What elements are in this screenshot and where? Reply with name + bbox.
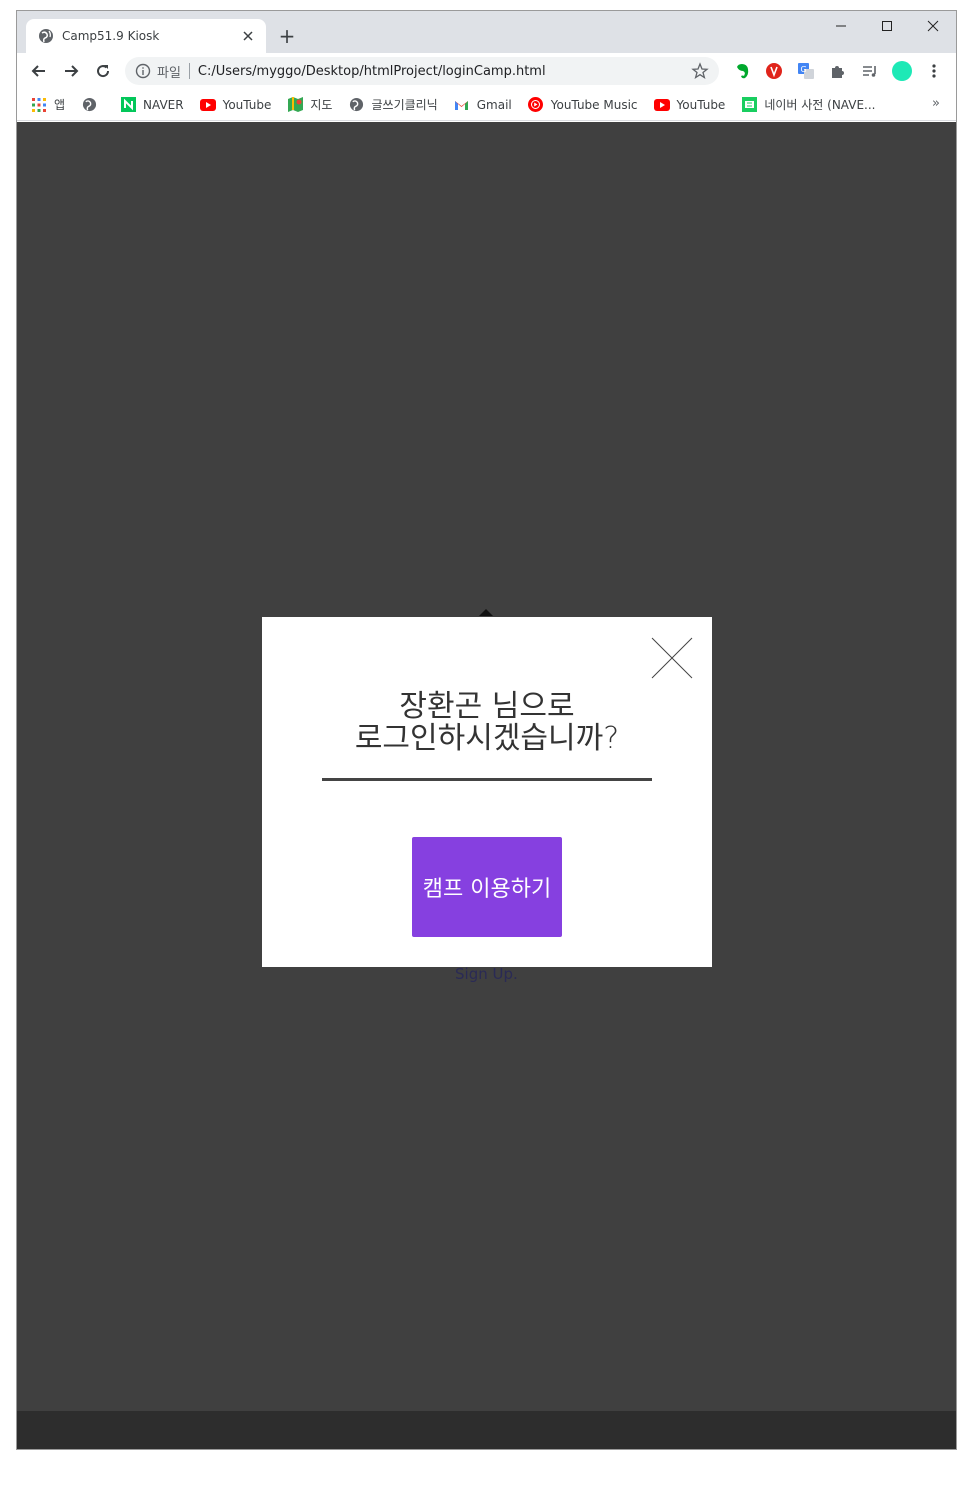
maximize-icon[interactable] bbox=[864, 11, 910, 41]
minimize-icon[interactable] bbox=[818, 11, 864, 41]
message-line-1: 장환곤 님으로 bbox=[399, 689, 575, 724]
bookmark-youtube-music[interactable]: YouTube Music bbox=[528, 97, 638, 113]
bookmark-label: 앱 bbox=[54, 98, 66, 112]
apps-grid-icon bbox=[31, 97, 47, 113]
globe-icon bbox=[348, 97, 364, 113]
address-separator bbox=[188, 63, 190, 79]
translate-extension-icon[interactable]: G bbox=[796, 61, 816, 81]
bookmark-label: Gmail bbox=[476, 97, 512, 112]
bookmark-naver[interactable]: NAVER bbox=[120, 97, 184, 113]
bookmark-label: YouTube bbox=[676, 97, 726, 112]
url-text[interactable]: C:/Users/myggo/Desktop/htmlProject/login… bbox=[198, 64, 691, 79]
naver-dictionary-icon bbox=[741, 97, 757, 113]
login-confirm-message: 장환곤 님으로 로그인하시겠습니까? bbox=[262, 691, 712, 755]
bookmark-label: 글쓰기클리닉 bbox=[371, 98, 438, 112]
login-confirm-modal: 장환곤 님으로 로그인하시겠습니까? 캠프 이용하기 bbox=[262, 617, 712, 967]
tab-camp-kiosk[interactable]: Camp51.9 Kiosk bbox=[26, 19, 266, 53]
bookmark-label: YouTube bbox=[222, 97, 272, 112]
bookmarks-overflow-icon[interactable]: » bbox=[932, 96, 940, 111]
page-viewport: Sign Up. 장환곤 님으로 로그인하시겠습니까? 캠프 이용하기 bbox=[17, 122, 956, 1449]
tab-strip: Camp51.9 Kiosk + bbox=[17, 11, 956, 53]
message-divider bbox=[322, 778, 652, 781]
bookmark-star-icon[interactable] bbox=[691, 62, 709, 80]
red-extension-icon[interactable] bbox=[764, 61, 784, 81]
media-queue-icon[interactable] bbox=[860, 61, 880, 81]
youtube-music-icon bbox=[528, 97, 544, 113]
bookmark-maps[interactable]: 지도 bbox=[287, 96, 332, 113]
back-arrow-icon[interactable] bbox=[25, 57, 53, 85]
bookmark-globe[interactable] bbox=[81, 97, 104, 113]
tab-title: Camp51.9 Kiosk bbox=[62, 29, 160, 43]
globe-icon bbox=[38, 28, 54, 44]
close-x-icon[interactable] bbox=[651, 637, 693, 679]
evernote-extension-icon[interactable] bbox=[732, 61, 752, 81]
bookmark-writing-clinic[interactable]: 글쓰기클리닉 bbox=[348, 96, 438, 113]
bookmark-label: 네이버 사전 (NAVE... bbox=[764, 98, 876, 112]
maps-icon bbox=[287, 97, 303, 113]
new-tab-button[interactable]: + bbox=[275, 24, 299, 48]
bookmark-label: 지도 bbox=[310, 98, 333, 112]
bookmark-gmail[interactable]: Gmail bbox=[454, 97, 512, 113]
globe-icon bbox=[81, 97, 97, 113]
caret-shape bbox=[479, 609, 493, 616]
youtube-icon bbox=[199, 97, 216, 113]
message-line-2: 로그인하시겠습니까? bbox=[354, 721, 620, 756]
bookmark-youtube-2[interactable]: YouTube bbox=[653, 97, 726, 113]
gmail-icon bbox=[454, 97, 470, 113]
tab-close-icon[interactable] bbox=[240, 28, 256, 44]
browser-toolbar: 파일 C:/Users/myggo/Desktop/htmlProject/lo… bbox=[17, 53, 956, 89]
use-camp-button[interactable]: 캠프 이용하기 bbox=[412, 837, 562, 937]
bookmark-label: NAVER bbox=[143, 97, 184, 112]
bottom-strip bbox=[17, 1411, 956, 1449]
bookmark-naver-dictionary[interactable]: 네이버 사전 (NAVE... bbox=[741, 96, 875, 113]
svg-text:G: G bbox=[801, 65, 807, 74]
info-icon[interactable] bbox=[135, 63, 151, 79]
bookmarks-bar: 앱 NAVER YouTube 지도 글쓰기클리닉 Gmail YouTube … bbox=[17, 89, 956, 121]
address-bar[interactable]: 파일 C:/Users/myggo/Desktop/htmlProject/lo… bbox=[125, 57, 719, 85]
bookmark-apps[interactable]: 앱 bbox=[31, 96, 65, 113]
youtube-icon bbox=[653, 97, 670, 113]
browser-window: Camp51.9 Kiosk + 파일 C:/Users/myggo/Deskt… bbox=[16, 10, 957, 1450]
bookmark-youtube[interactable]: YouTube bbox=[199, 97, 272, 113]
url-scheme-label: 파일 bbox=[157, 65, 181, 81]
window-close-icon[interactable] bbox=[910, 11, 956, 41]
profile-avatar-icon[interactable] bbox=[892, 61, 912, 81]
chrome-menu-icon[interactable] bbox=[924, 61, 944, 81]
sign-up-link[interactable]: Sign Up. bbox=[455, 965, 518, 983]
bookmark-label: YouTube Music bbox=[550, 97, 638, 112]
forward-arrow-icon[interactable] bbox=[57, 57, 85, 85]
extensions-puzzle-icon[interactable] bbox=[828, 61, 848, 81]
reload-icon[interactable] bbox=[89, 57, 117, 85]
naver-icon bbox=[120, 97, 136, 113]
